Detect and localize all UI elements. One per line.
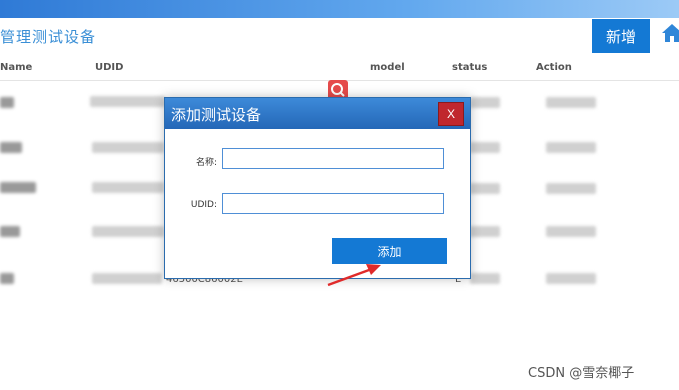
dialog-header: 添加测试设备 X xyxy=(165,98,470,129)
submit-add-button[interactable]: 添加 xyxy=(332,238,447,264)
page-title: 管理测试设备 xyxy=(0,28,97,46)
col-header-name: Name xyxy=(0,62,33,73)
redacted-cell xyxy=(90,96,165,107)
close-button[interactable]: X xyxy=(438,102,464,126)
redacted-cell xyxy=(0,226,20,237)
redacted-cell xyxy=(470,183,500,194)
home-icon[interactable] xyxy=(660,21,679,45)
udid-input[interactable] xyxy=(222,193,444,214)
col-header-model: model xyxy=(370,62,405,73)
redacted-cell xyxy=(546,226,596,237)
watermark: CSDN @雪奈椰子 xyxy=(528,366,635,381)
redacted-cell xyxy=(546,97,596,108)
redacted-cell xyxy=(92,142,164,153)
redacted-cell xyxy=(0,97,14,108)
redacted-cell xyxy=(546,142,596,153)
redacted-cell xyxy=(0,273,14,284)
redacted-cell xyxy=(0,142,22,153)
redacted-cell xyxy=(92,273,162,284)
redacted-cell xyxy=(470,142,500,153)
col-header-udid: UDID xyxy=(95,62,124,73)
top-banner xyxy=(0,0,679,18)
redacted-cell xyxy=(92,182,164,193)
udid-label: UDID: xyxy=(190,200,217,210)
add-device-dialog: 添加测试设备 X 名称: UDID: 添加 xyxy=(164,97,471,279)
red-arrow-icon xyxy=(327,264,381,287)
col-header-action: Action xyxy=(536,62,572,73)
redacted-cell xyxy=(470,97,500,108)
redacted-cell xyxy=(470,226,500,237)
redacted-cell xyxy=(0,182,36,193)
add-device-button[interactable]: 新增 xyxy=(592,19,650,53)
dialog-title: 添加测试设备 xyxy=(171,106,262,124)
redacted-cell xyxy=(546,183,596,194)
name-label: 名称: xyxy=(195,158,217,168)
redacted-cell xyxy=(546,273,596,284)
name-input[interactable] xyxy=(222,148,444,169)
redacted-cell xyxy=(470,273,500,284)
redacted-cell xyxy=(92,226,164,237)
col-header-status: status xyxy=(452,62,488,73)
